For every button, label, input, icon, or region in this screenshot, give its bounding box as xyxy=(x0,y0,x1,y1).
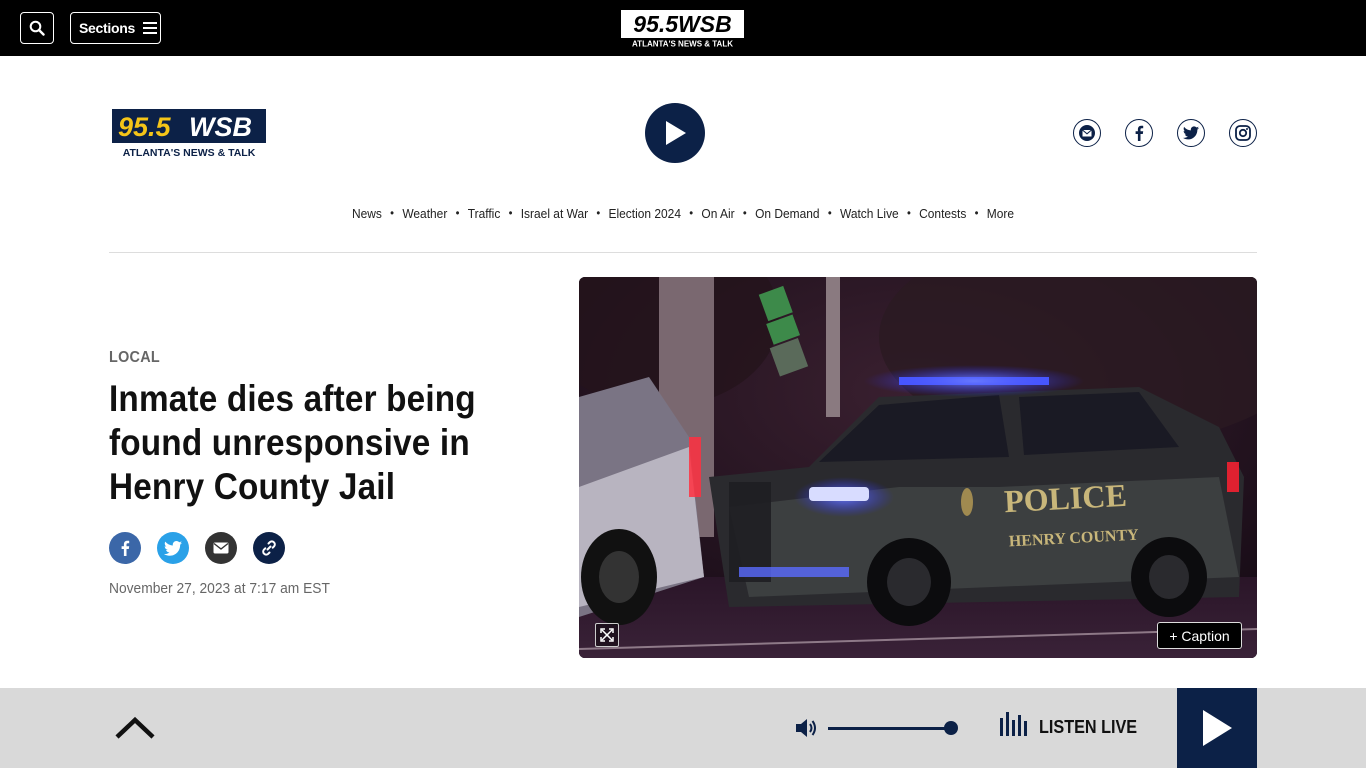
nav-separator: • xyxy=(596,206,601,220)
top-logo[interactable]: 95.5WSB ATLANTA'S NEWS & TALK xyxy=(620,9,745,49)
top-bar: Sections 95.5WSB ATLANTA'S NEWS & TALK xyxy=(0,0,1366,56)
volume-slider-handle[interactable] xyxy=(944,721,958,735)
nav-separator: • xyxy=(974,206,979,220)
equalizer-icon xyxy=(1000,712,1028,741)
nav-item-more[interactable]: More xyxy=(987,206,1014,221)
search-icon xyxy=(29,20,45,36)
share-email-button[interactable] xyxy=(205,532,237,564)
article-lead-image[interactable]: POLICE HENRY COUNTY + Caption xyxy=(579,277,1257,658)
nav-item-contests[interactable]: Contests xyxy=(919,206,966,221)
nav-separator: • xyxy=(827,206,832,220)
twitter-icon xyxy=(164,540,182,556)
listen-live-label[interactable]: LISTEN LIVE xyxy=(1039,717,1137,738)
facebook-icon xyxy=(1135,125,1144,141)
nav-separator: • xyxy=(455,206,460,220)
play-icon xyxy=(1203,710,1232,746)
header-instagram-link[interactable] xyxy=(1229,119,1257,147)
facebook-icon xyxy=(121,540,130,556)
main-nav: News • Weather • Traffic • Israel at War • Elect… xyxy=(55,206,1312,221)
play-icon xyxy=(666,121,686,145)
nav-separator: • xyxy=(906,206,911,220)
email-icon xyxy=(1079,125,1095,141)
audio-player-bar: LISTEN LIVE xyxy=(0,688,1366,768)
nav-separator: • xyxy=(742,206,747,220)
scroll-to-top-button[interactable] xyxy=(114,716,156,745)
police-car-photo: POLICE HENRY COUNTY xyxy=(579,277,1257,658)
header-twitter-link[interactable] xyxy=(1177,119,1205,147)
mute-button[interactable] xyxy=(795,718,817,743)
share-twitter-button[interactable] xyxy=(157,532,189,564)
header-facebook-link[interactable] xyxy=(1125,119,1153,147)
volume-icon xyxy=(796,719,816,737)
player-play-button[interactable] xyxy=(1177,688,1257,768)
article-headline: Inmate dies after being found unresponsi… xyxy=(109,378,476,507)
logo-number: 95.5 xyxy=(118,112,172,142)
article-dateline: November 27, 2023 at 7:17 am EST xyxy=(109,580,330,597)
site-logo[interactable]: 95.5 WSB ATLANTA'S NEWS & TALK xyxy=(110,108,268,160)
nav-divider xyxy=(109,252,1257,253)
nav-separator: • xyxy=(390,206,395,220)
caption-button[interactable]: + Caption xyxy=(1157,622,1242,649)
expand-icon xyxy=(600,628,614,642)
hamburger-icon xyxy=(142,22,157,34)
chevron-up-icon xyxy=(115,716,155,739)
volume-slider[interactable] xyxy=(828,727,952,730)
nav-item-news[interactable]: News xyxy=(352,206,382,221)
logo-letters: WSB xyxy=(189,112,252,142)
nav-item-on-air[interactable]: On Air xyxy=(701,206,734,221)
share-facebook-button[interactable] xyxy=(109,532,141,564)
sections-label: Sections xyxy=(79,20,135,36)
nav-item-israel-at-war[interactable]: Israel at War xyxy=(521,206,588,221)
nav-item-election-2024[interactable]: Election 2024 xyxy=(609,206,681,221)
nav-item-on-demand[interactable]: On Demand xyxy=(755,206,819,221)
link-icon xyxy=(262,540,276,556)
nav-separator: • xyxy=(508,206,513,220)
search-button[interactable] xyxy=(20,12,54,44)
nav-item-weather[interactable]: Weather xyxy=(402,206,447,221)
top-logo-text: 95.5WSB xyxy=(633,11,731,37)
top-logo-tagline: ATLANTA'S NEWS & TALK xyxy=(632,40,733,49)
nav-item-traffic[interactable]: Traffic xyxy=(468,206,501,221)
sections-button[interactable]: Sections xyxy=(70,12,161,44)
twitter-icon xyxy=(1183,126,1199,140)
email-icon xyxy=(213,542,229,554)
photo-police-text: POLICE xyxy=(1003,477,1127,519)
header-play-button[interactable] xyxy=(645,103,705,163)
expand-image-button[interactable] xyxy=(595,623,619,647)
nav-item-watch-live[interactable]: Watch Live xyxy=(840,206,899,221)
nav-separator: • xyxy=(689,206,694,220)
logo-tagline: ATLANTA'S NEWS & TALK xyxy=(123,147,256,159)
copy-link-button[interactable] xyxy=(253,532,285,564)
instagram-icon xyxy=(1235,125,1251,141)
article-section-label[interactable]: LOCAL xyxy=(109,349,160,367)
header-email-link[interactable] xyxy=(1073,119,1101,147)
